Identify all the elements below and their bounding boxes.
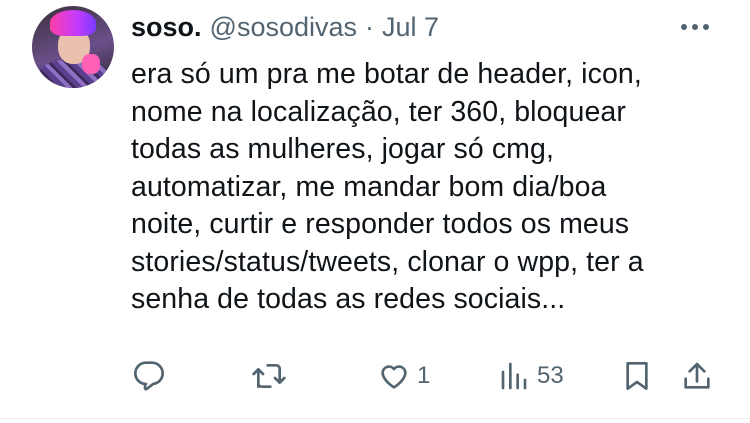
tweet-divider [0, 418, 750, 419]
heart-icon [381, 365, 407, 389]
bookmark-button[interactable] [622, 354, 652, 398]
retweet-icon [252, 364, 286, 388]
user-handle[interactable]: @sosodivas [210, 12, 357, 43]
tweet-text-line: stories/status/tweets, clonar o wpp, ter… [131, 245, 644, 278]
share-icon [684, 362, 710, 389]
tweet-text-line: automatizar, me mandar bom dia/boa [131, 170, 607, 203]
tweet-text-line: era só um pra me botar de header, icon, [131, 58, 642, 90]
tweet-header: soso. @sosodivas · Jul 7 [131, 8, 439, 46]
action-bar: 1 53 [0, 354, 750, 398]
display-name[interactable]: soso. [131, 12, 202, 43]
tweet-text-line: senha de todas as redes sociais... [131, 283, 566, 315]
avatar-hair [50, 10, 96, 36]
avatar-hand [82, 54, 100, 74]
views-button[interactable]: 53 [499, 354, 564, 398]
more-options-button[interactable] [678, 12, 712, 42]
share-button[interactable] [682, 354, 712, 398]
reply-icon [134, 361, 164, 391]
tweet-text-line: nome na localização, ter 360, bloquear [131, 95, 626, 128]
retweet-button[interactable] [251, 354, 287, 398]
views-icon [501, 362, 527, 390]
like-button[interactable]: 1 [377, 354, 430, 398]
avatar[interactable] [32, 6, 114, 88]
bookmark-icon [626, 362, 648, 390]
tweet-text-line: todas as mulheres, jogar só cmg, [131, 133, 554, 165]
tweet-text-line: noite, curtir e responder todos os meus [131, 208, 630, 240]
views-count: 53 [537, 362, 564, 389]
reply-button[interactable] [133, 354, 165, 398]
like-count: 1 [417, 362, 431, 389]
tweet-date[interactable]: Jul 7 [382, 12, 439, 43]
header-separator: · [365, 11, 375, 42]
tweet[interactable]: soso. @sosodivas · Jul 7 era só um pra m… [0, 0, 750, 418]
tweet-text: era só um pra me botar de header, icon, … [131, 56, 721, 319]
more-icon [681, 24, 709, 30]
